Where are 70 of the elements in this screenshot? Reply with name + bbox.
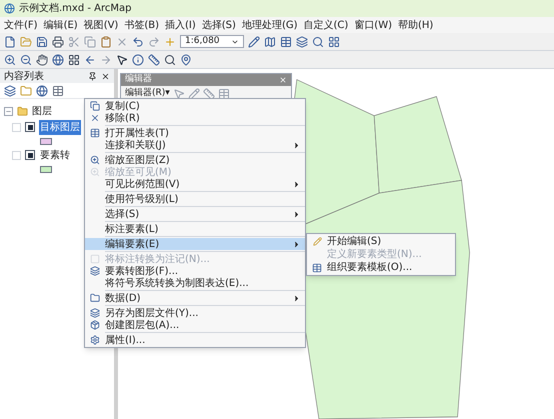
grid-icon[interactable]	[328, 36, 340, 48]
layers-icon[interactable]	[4, 84, 16, 96]
submenu-arrow-icon	[292, 180, 301, 188]
submenu-arrow-icon	[292, 210, 301, 218]
scale-field[interactable]: 1:6,080	[180, 35, 244, 48]
pan-icon[interactable]	[36, 54, 48, 66]
submenu-item[interactable]: 组织要素模板(O)...	[307, 261, 455, 274]
back-arrow-icon[interactable]	[84, 54, 96, 66]
table-icon	[312, 262, 322, 272]
table-icon[interactable]	[52, 84, 64, 96]
pencil-icon	[312, 237, 322, 246]
submenu-arrow-icon	[292, 140, 301, 150]
layer-checkbox[interactable]	[25, 122, 35, 132]
print-icon[interactable]	[52, 36, 64, 48]
zoom-in-icon[interactable]	[4, 54, 16, 66]
layer-label[interactable]: 要素转	[39, 148, 71, 162]
menu-item[interactable]: 插入(I)	[165, 18, 196, 32]
submenu-arrow-icon	[292, 240, 301, 248]
menu-item[interactable]: 编辑(E)	[44, 18, 78, 32]
panel-title: 内容列表	[4, 70, 44, 84]
table-icon	[90, 128, 100, 138]
layers-icon	[90, 308, 100, 318]
menu-item[interactable]: 帮助(H)	[398, 18, 434, 32]
menu-item[interactable]: 文件(F)	[4, 18, 38, 32]
save-icon[interactable]	[36, 36, 48, 48]
layer-group-label[interactable]: 图层	[32, 104, 52, 118]
search-icon[interactable]	[312, 36, 324, 48]
ruler-icon[interactable]	[148, 54, 160, 66]
menu-item[interactable]: 选择(S)	[202, 18, 236, 32]
menu-item[interactable]: 视图(V)	[84, 18, 118, 32]
copy-icon	[90, 101, 100, 111]
zoom-in-icon	[90, 155, 100, 165]
layer-checkbox[interactable]	[25, 150, 35, 160]
settings-icon	[90, 335, 100, 345]
pencil-icon[interactable]	[248, 36, 260, 48]
folder-icon	[17, 106, 28, 116]
paste-icon[interactable]	[100, 36, 112, 48]
expand-toggle[interactable]	[4, 106, 13, 116]
menu-item[interactable]: 窗口(W)	[354, 18, 392, 32]
globe-icon[interactable]	[36, 84, 48, 96]
menu-item[interactable]: 地理处理(G)	[242, 18, 298, 32]
zoom-in-icon	[90, 167, 100, 177]
package-icon	[90, 320, 100, 330]
menu-item[interactable]: 自定义(C)	[304, 18, 348, 32]
undo-icon[interactable]	[132, 36, 144, 48]
search-icon[interactable]	[164, 54, 176, 66]
submenu-arrow-icon	[292, 294, 301, 302]
globe-icon[interactable]	[52, 54, 64, 66]
folder-icon	[90, 293, 100, 303]
info-icon[interactable]	[132, 54, 144, 66]
menu-item[interactable]: 书签(B)	[124, 18, 160, 32]
toolbar-title: 编辑器	[125, 73, 152, 86]
pointer-icon[interactable]	[116, 54, 128, 66]
context-menu-item[interactable]: 编辑要素(E)	[85, 238, 305, 250]
map-icon[interactable]	[264, 36, 276, 48]
editor-menu[interactable]: 编辑器(R)▾	[125, 86, 170, 100]
grid-icon[interactable]	[68, 54, 80, 66]
app-icon	[4, 3, 15, 14]
square-icon	[90, 254, 100, 264]
layers-icon[interactable]	[296, 36, 308, 48]
pin-icon[interactable]	[88, 72, 97, 80]
window-title: 示例文档.mxd - ArcMap	[19, 2, 132, 16]
layer-label[interactable]: 目标图层	[39, 120, 81, 134]
submenu-item[interactable]: 开始编辑(S)	[307, 235, 455, 248]
table-icon[interactable]	[280, 36, 292, 48]
new-file-icon[interactable]	[4, 36, 16, 48]
close-icon[interactable]	[101, 72, 110, 80]
layers-icon	[90, 266, 100, 276]
close-icon	[90, 113, 100, 123]
zoom-out-icon[interactable]	[20, 54, 32, 66]
